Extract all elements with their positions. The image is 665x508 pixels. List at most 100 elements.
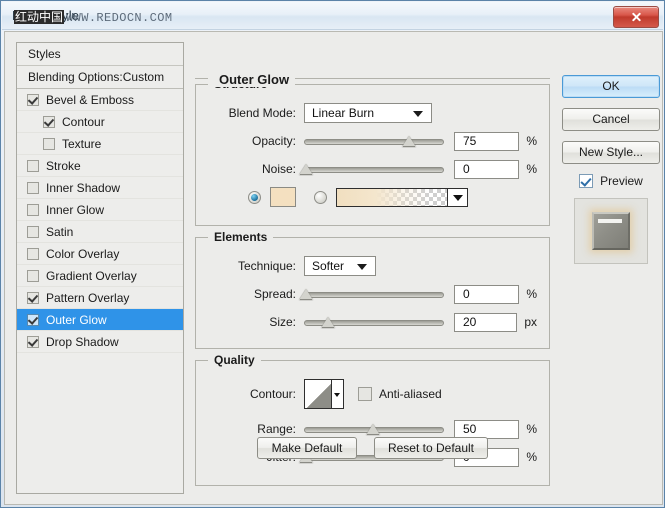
size-label: Size: — [208, 315, 304, 329]
size-slider[interactable] — [304, 314, 444, 330]
style-item-label: Texture — [62, 133, 101, 155]
contour-chevron-down-icon[interactable] — [331, 380, 343, 408]
style-item-label: Outer Glow — [46, 309, 107, 331]
style-item-drop-shadow[interactable]: Drop Shadow — [17, 331, 183, 353]
title-watermark-cn: 红动中国 — [14, 10, 64, 24]
gradient-fill — [337, 189, 447, 206]
checkbox-contour[interactable] — [43, 116, 55, 128]
ok-button[interactable]: OK — [562, 75, 660, 98]
slider-track — [304, 167, 444, 173]
slider-knob[interactable] — [366, 424, 380, 435]
checkbox-anti-aliased[interactable] — [358, 387, 372, 401]
checkbox-color-overlay[interactable] — [27, 248, 39, 260]
checkbox-drop-shadow[interactable] — [27, 336, 39, 348]
range-slider[interactable] — [304, 421, 444, 437]
gradient-fill-wrap — [314, 188, 468, 207]
noise-input[interactable]: 0 — [454, 160, 519, 179]
section-title: Outer Glow — [213, 72, 295, 87]
slider-track — [304, 292, 444, 298]
reset-to-default-button[interactable]: Reset to Default — [374, 437, 488, 459]
title-watermark-url: WWW.REDOCN.COM — [66, 11, 172, 25]
style-item-inner-glow[interactable]: Inner Glow — [17, 199, 183, 221]
technique-row: Technique: Softer — [208, 254, 537, 278]
anti-aliased-wrap: Anti-aliased — [358, 387, 442, 401]
gradient-chevron-down-icon[interactable] — [448, 188, 468, 207]
style-item-inner-shadow[interactable]: Inner Shadow — [17, 177, 183, 199]
preview-label: Preview — [600, 174, 643, 188]
slider-knob[interactable] — [299, 164, 313, 175]
close-icon[interactable] — [613, 6, 659, 28]
contour-picker[interactable] — [304, 379, 344, 409]
chevron-down-icon — [357, 264, 367, 270]
radio-gradient-fill[interactable] — [314, 191, 327, 204]
spread-unit: % — [526, 287, 537, 301]
blending-options-row[interactable]: Blending Options:Custom — [17, 66, 183, 89]
size-row: Size: 20 px — [208, 310, 537, 334]
styles-header: Styles — [17, 43, 183, 66]
style-item-gradient-overlay[interactable]: Gradient Overlay — [17, 265, 183, 287]
style-item-label: Inner Glow — [46, 199, 104, 221]
noise-slider[interactable] — [304, 161, 444, 177]
checkbox-pattern-overlay[interactable] — [27, 292, 39, 304]
spread-input[interactable]: 0 — [454, 285, 519, 304]
slider-knob[interactable] — [402, 136, 416, 147]
checkbox-inner-glow[interactable] — [27, 204, 39, 216]
checkbox-bevel-emboss[interactable] — [27, 94, 39, 106]
style-item-label: Drop Shadow — [46, 331, 119, 353]
gradient-preview[interactable] — [336, 188, 448, 207]
checkbox-satin[interactable] — [27, 226, 39, 238]
opacity-label: Opacity: — [208, 134, 304, 148]
new-style-button[interactable]: New Style... — [562, 141, 660, 164]
fill-type-row — [208, 185, 537, 209]
blend-mode-value: Linear Burn — [312, 106, 374, 120]
spread-slider[interactable] — [304, 286, 444, 302]
checkbox-inner-shadow[interactable] — [27, 182, 39, 194]
technique-value: Softer — [312, 259, 344, 273]
style-item-label: Inner Shadow — [46, 177, 120, 199]
styles-list-panel: Styles Blending Options:Custom Bevel & E… — [16, 42, 184, 494]
anti-aliased-label: Anti-aliased — [379, 387, 442, 401]
checkbox-texture[interactable] — [43, 138, 55, 150]
style-item-bevel-emboss[interactable]: Bevel & Emboss — [17, 89, 183, 111]
make-default-button[interactable]: Make Default — [257, 437, 357, 459]
elements-group: Elements Technique: Softer Spread: — [195, 237, 550, 349]
checkbox-preview[interactable] — [579, 174, 593, 188]
checkbox-gradient-overlay[interactable] — [27, 270, 39, 282]
opacity-slider[interactable] — [304, 133, 444, 149]
slider-knob[interactable] — [321, 317, 335, 328]
preview-thumbnail — [574, 198, 648, 264]
glow-color-swatch[interactable] — [270, 187, 296, 207]
cancel-button[interactable]: Cancel — [562, 108, 660, 131]
slider-knob[interactable] — [299, 289, 313, 300]
dialog-body: Styles Blending Options:Custom Bevel & E… — [4, 31, 663, 505]
style-item-satin[interactable]: Satin — [17, 221, 183, 243]
defaults-button-row: Make Default Reset to Default — [195, 437, 550, 459]
preview-toggle-row[interactable]: Preview — [562, 174, 660, 188]
range-input[interactable]: 50 — [454, 420, 519, 439]
checkbox-stroke[interactable] — [27, 160, 39, 172]
style-item-label: Bevel & Emboss — [46, 89, 134, 111]
range-label: Range: — [208, 422, 304, 436]
title-bar: Layer Style 红动中国WWW.REDOCN.COM — [2, 2, 663, 30]
contour-row: Contour: Anti-aliased — [208, 377, 537, 411]
radio-color-fill[interactable] — [248, 191, 261, 204]
style-item-label: Color Overlay — [46, 243, 119, 265]
size-input[interactable]: 20 — [454, 313, 517, 332]
style-item-outer-glow[interactable]: Outer Glow — [17, 309, 183, 331]
checkbox-outer-glow[interactable] — [27, 314, 39, 326]
style-item-stroke[interactable]: Stroke — [17, 155, 183, 177]
style-item-pattern-overlay[interactable]: Pattern Overlay — [17, 287, 183, 309]
quality-legend: Quality — [208, 353, 261, 367]
style-item-texture[interactable]: Texture — [17, 133, 183, 155]
noise-row: Noise: 0 % — [208, 157, 537, 181]
blend-mode-select[interactable]: Linear Burn — [304, 103, 432, 123]
style-item-contour[interactable]: Contour — [17, 111, 183, 133]
blend-mode-label: Blend Mode: — [208, 106, 304, 120]
technique-select[interactable]: Softer — [304, 256, 376, 276]
opacity-input[interactable]: 75 — [454, 132, 519, 151]
chevron-down-icon — [413, 111, 423, 117]
opacity-row: Opacity: 75 % — [208, 129, 537, 153]
slider-track — [304, 139, 444, 145]
style-item-color-overlay[interactable]: Color Overlay — [17, 243, 183, 265]
dialog-window: Layer Style 红动中国WWW.REDOCN.COM Styles Bl… — [0, 0, 665, 508]
